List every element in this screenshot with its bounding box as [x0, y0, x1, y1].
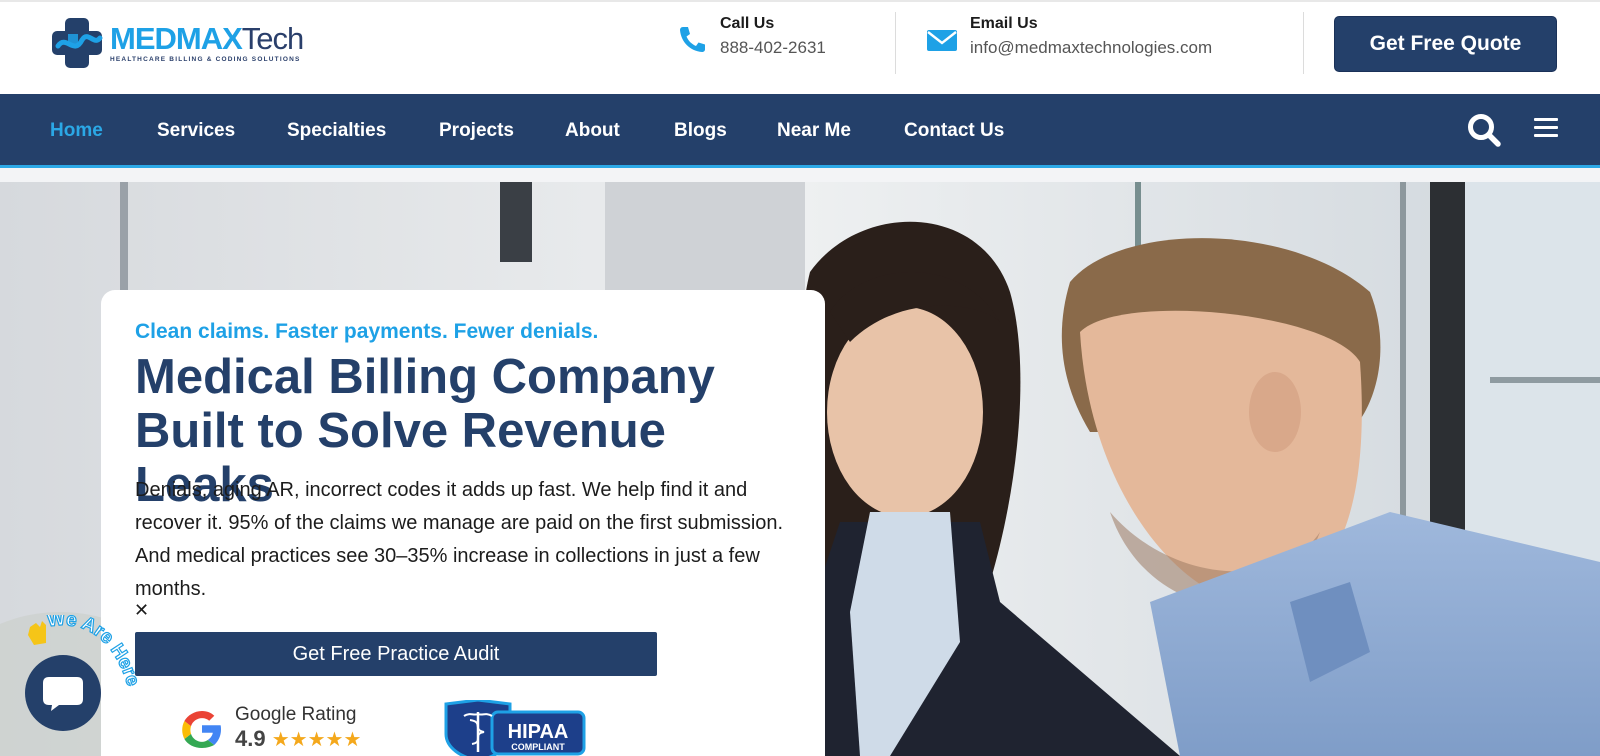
nav-item-near-me[interactable]: Near Me	[777, 120, 851, 142]
hero-body-text: Denials, aging AR, incorrect codes it ad…	[135, 479, 784, 600]
google-rating-label: Google Rating	[235, 704, 357, 725]
nav-item-projects[interactable]: Projects	[439, 120, 514, 142]
google-rating-score: 4.9 ★★★★★	[235, 726, 361, 753]
google-rating-badge[interactable]: Google Rating 4.9 ★★★★★	[179, 704, 361, 753]
envelope-icon	[927, 30, 957, 51]
email-us-block[interactable]: Email Us info@medmaxtechnologies.com	[924, 14, 1212, 72]
logo-brand-main: MEDMAX	[110, 20, 243, 56]
nav-item-blogs[interactable]: Blogs	[674, 120, 727, 142]
hipaa-subtitle: COMPLIANT	[511, 742, 565, 752]
contact-divider	[1303, 12, 1304, 74]
nav-item-home[interactable]: Home	[50, 120, 103, 142]
medmax-logo[interactable]: MEDMAXTech HEALTHCARE BILLING & CODING S…	[50, 14, 340, 72]
phone-number[interactable]: 888-402-2631	[720, 34, 826, 62]
nav-item-services[interactable]: Services	[157, 120, 235, 142]
header-spacer	[0, 168, 1600, 182]
medical-cross-logo-icon	[52, 18, 103, 68]
hamburger-menu-icon[interactable]	[1534, 118, 1558, 140]
rating-value: 4.9	[235, 726, 266, 751]
hipaa-title: HIPAA	[508, 721, 569, 743]
chat-icon	[43, 677, 83, 711]
hero-card: Clean claims. Faster payments. Fewer den…	[101, 290, 825, 756]
logo-wordmark: MEDMAXTech HEALTHCARE BILLING & CODING S…	[110, 20, 304, 63]
chat-launcher-button[interactable]	[25, 655, 101, 731]
phone-icon	[680, 27, 705, 52]
nav-item-about[interactable]: About	[565, 120, 620, 142]
google-g-icon	[182, 710, 221, 748]
email-address[interactable]: info@medmaxtechnologies.com	[970, 34, 1212, 62]
top-header: MEDMAXTech HEALTHCARE BILLING & CODING S…	[0, 0, 1600, 94]
nav-item-contact-us[interactable]: Contact Us	[904, 120, 1004, 142]
call-us-block[interactable]: Call Us 888-402-2631	[674, 14, 826, 72]
logo-brand-tech: Tech	[241, 20, 304, 56]
hero-kicker: Clean claims. Faster payments. Fewer den…	[135, 320, 599, 343]
email-us-label: Email Us	[970, 15, 1038, 32]
main-navigation: Home Services Specialties Projects About…	[0, 94, 1600, 168]
get-free-practice-audit-button[interactable]: Get Free Practice Audit	[135, 632, 657, 676]
hipaa-compliant-badge: HIPAA COMPLIANT	[444, 700, 586, 756]
hero-section: Clean claims. Faster payments. Fewer den…	[0, 182, 1600, 756]
call-us-label: Call Us	[720, 15, 775, 32]
search-icon[interactable]	[1466, 112, 1502, 148]
contact-divider	[895, 12, 896, 74]
nav-item-specialties[interactable]: Specialties	[287, 120, 386, 142]
get-free-quote-button[interactable]: Get Free Quote	[1334, 16, 1557, 72]
waving-hand-icon	[28, 621, 46, 645]
logo-tagline: HEALTHCARE BILLING & CODING SOLUTIONS	[110, 55, 301, 63]
logo-brand-text: MEDMAXTech	[110, 20, 304, 56]
rating-stars-icon: ★★★★★	[271, 729, 362, 751]
